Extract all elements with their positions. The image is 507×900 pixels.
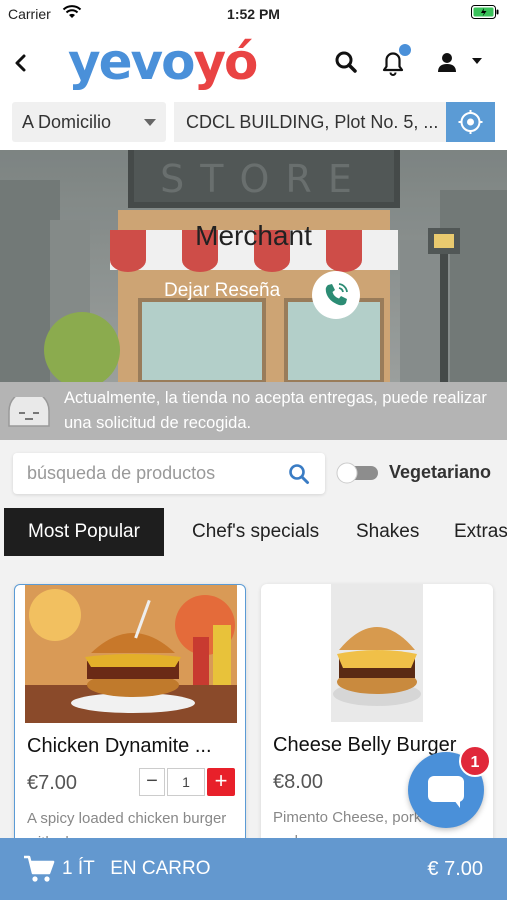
app-header: yevoyó xyxy=(0,28,507,98)
product-search-input[interactable] xyxy=(27,453,267,494)
tab-chefs-specials[interactable]: Chef's specials xyxy=(192,508,319,556)
search-icon[interactable] xyxy=(287,462,311,486)
product-search-box xyxy=(13,453,325,494)
user-icon[interactable] xyxy=(432,48,462,78)
battery-icon xyxy=(471,5,499,22)
vegetarian-label: Vegetariano xyxy=(389,462,492,482)
pickup-notice: Actualmente, la tienda no acepta entrega… xyxy=(0,382,507,440)
chevron-down-icon[interactable] xyxy=(472,58,482,64)
quantity-stepper: − 1 + xyxy=(139,768,235,796)
search-icon[interactable] xyxy=(332,48,362,78)
product-image xyxy=(25,585,237,723)
cart-bar[interactable]: 1 ÍT EN CARRO € 7.00 xyxy=(0,838,507,900)
status-bar: Carrier 1:52 PM xyxy=(0,0,507,28)
location-bar: A Domicilio CDCL BUILDING, Plot No. 5, .… xyxy=(0,98,507,150)
notification-dot xyxy=(399,44,411,56)
vegetarian-toggle[interactable] xyxy=(336,462,380,484)
tab-most-popular[interactable]: Most Popular xyxy=(4,508,164,556)
cart-total: € 7.00 xyxy=(427,858,483,880)
clock: 1:52 PM xyxy=(227,6,280,22)
phone-icon[interactable] xyxy=(312,271,360,319)
product-search-row: Vegetariano xyxy=(0,440,507,504)
chat-badge: 1 xyxy=(459,745,491,777)
quantity-value[interactable]: 1 xyxy=(167,768,205,796)
tab-shakes[interactable]: Shakes xyxy=(356,508,419,556)
product-price: €8.00 xyxy=(273,771,324,793)
yevoyo-logo: yevoyó xyxy=(68,33,258,91)
tab-extras[interactable]: Extras xyxy=(454,508,507,556)
product-price: €7.00 xyxy=(27,772,78,794)
cart-label: 1 ÍT EN CARRO xyxy=(62,858,211,879)
cart-icon xyxy=(22,854,56,884)
locate-icon[interactable] xyxy=(446,102,495,142)
notice-text: Actualmente, la tienda no acepta entrega… xyxy=(64,389,487,432)
merchant-name: Merchant xyxy=(195,220,312,251)
sleep-face-icon xyxy=(6,390,52,427)
increase-quantity-button[interactable]: + xyxy=(207,768,235,796)
address-field[interactable]: CDCL BUILDING, Plot No. 5, ... xyxy=(174,102,446,142)
store-illustration: STORE xyxy=(0,150,507,382)
delivery-mode-value: A Domicilio xyxy=(22,112,112,132)
dropdown-caret-icon xyxy=(144,119,156,126)
decrease-quantity-button[interactable]: − xyxy=(139,768,165,796)
back-arrow-icon[interactable] xyxy=(10,50,32,76)
product-name: Chicken Dynamite ... xyxy=(27,735,212,757)
leave-review-link[interactable]: Dejar Reseña xyxy=(164,280,280,302)
delivery-mode-select[interactable]: A Domicilio xyxy=(12,102,166,142)
store-banner: STORE Merchant Dejar Reseña xyxy=(0,150,507,382)
product-image xyxy=(331,584,423,722)
category-tabs: Most Popular Chef's specials Shakes Extr… xyxy=(0,504,507,564)
